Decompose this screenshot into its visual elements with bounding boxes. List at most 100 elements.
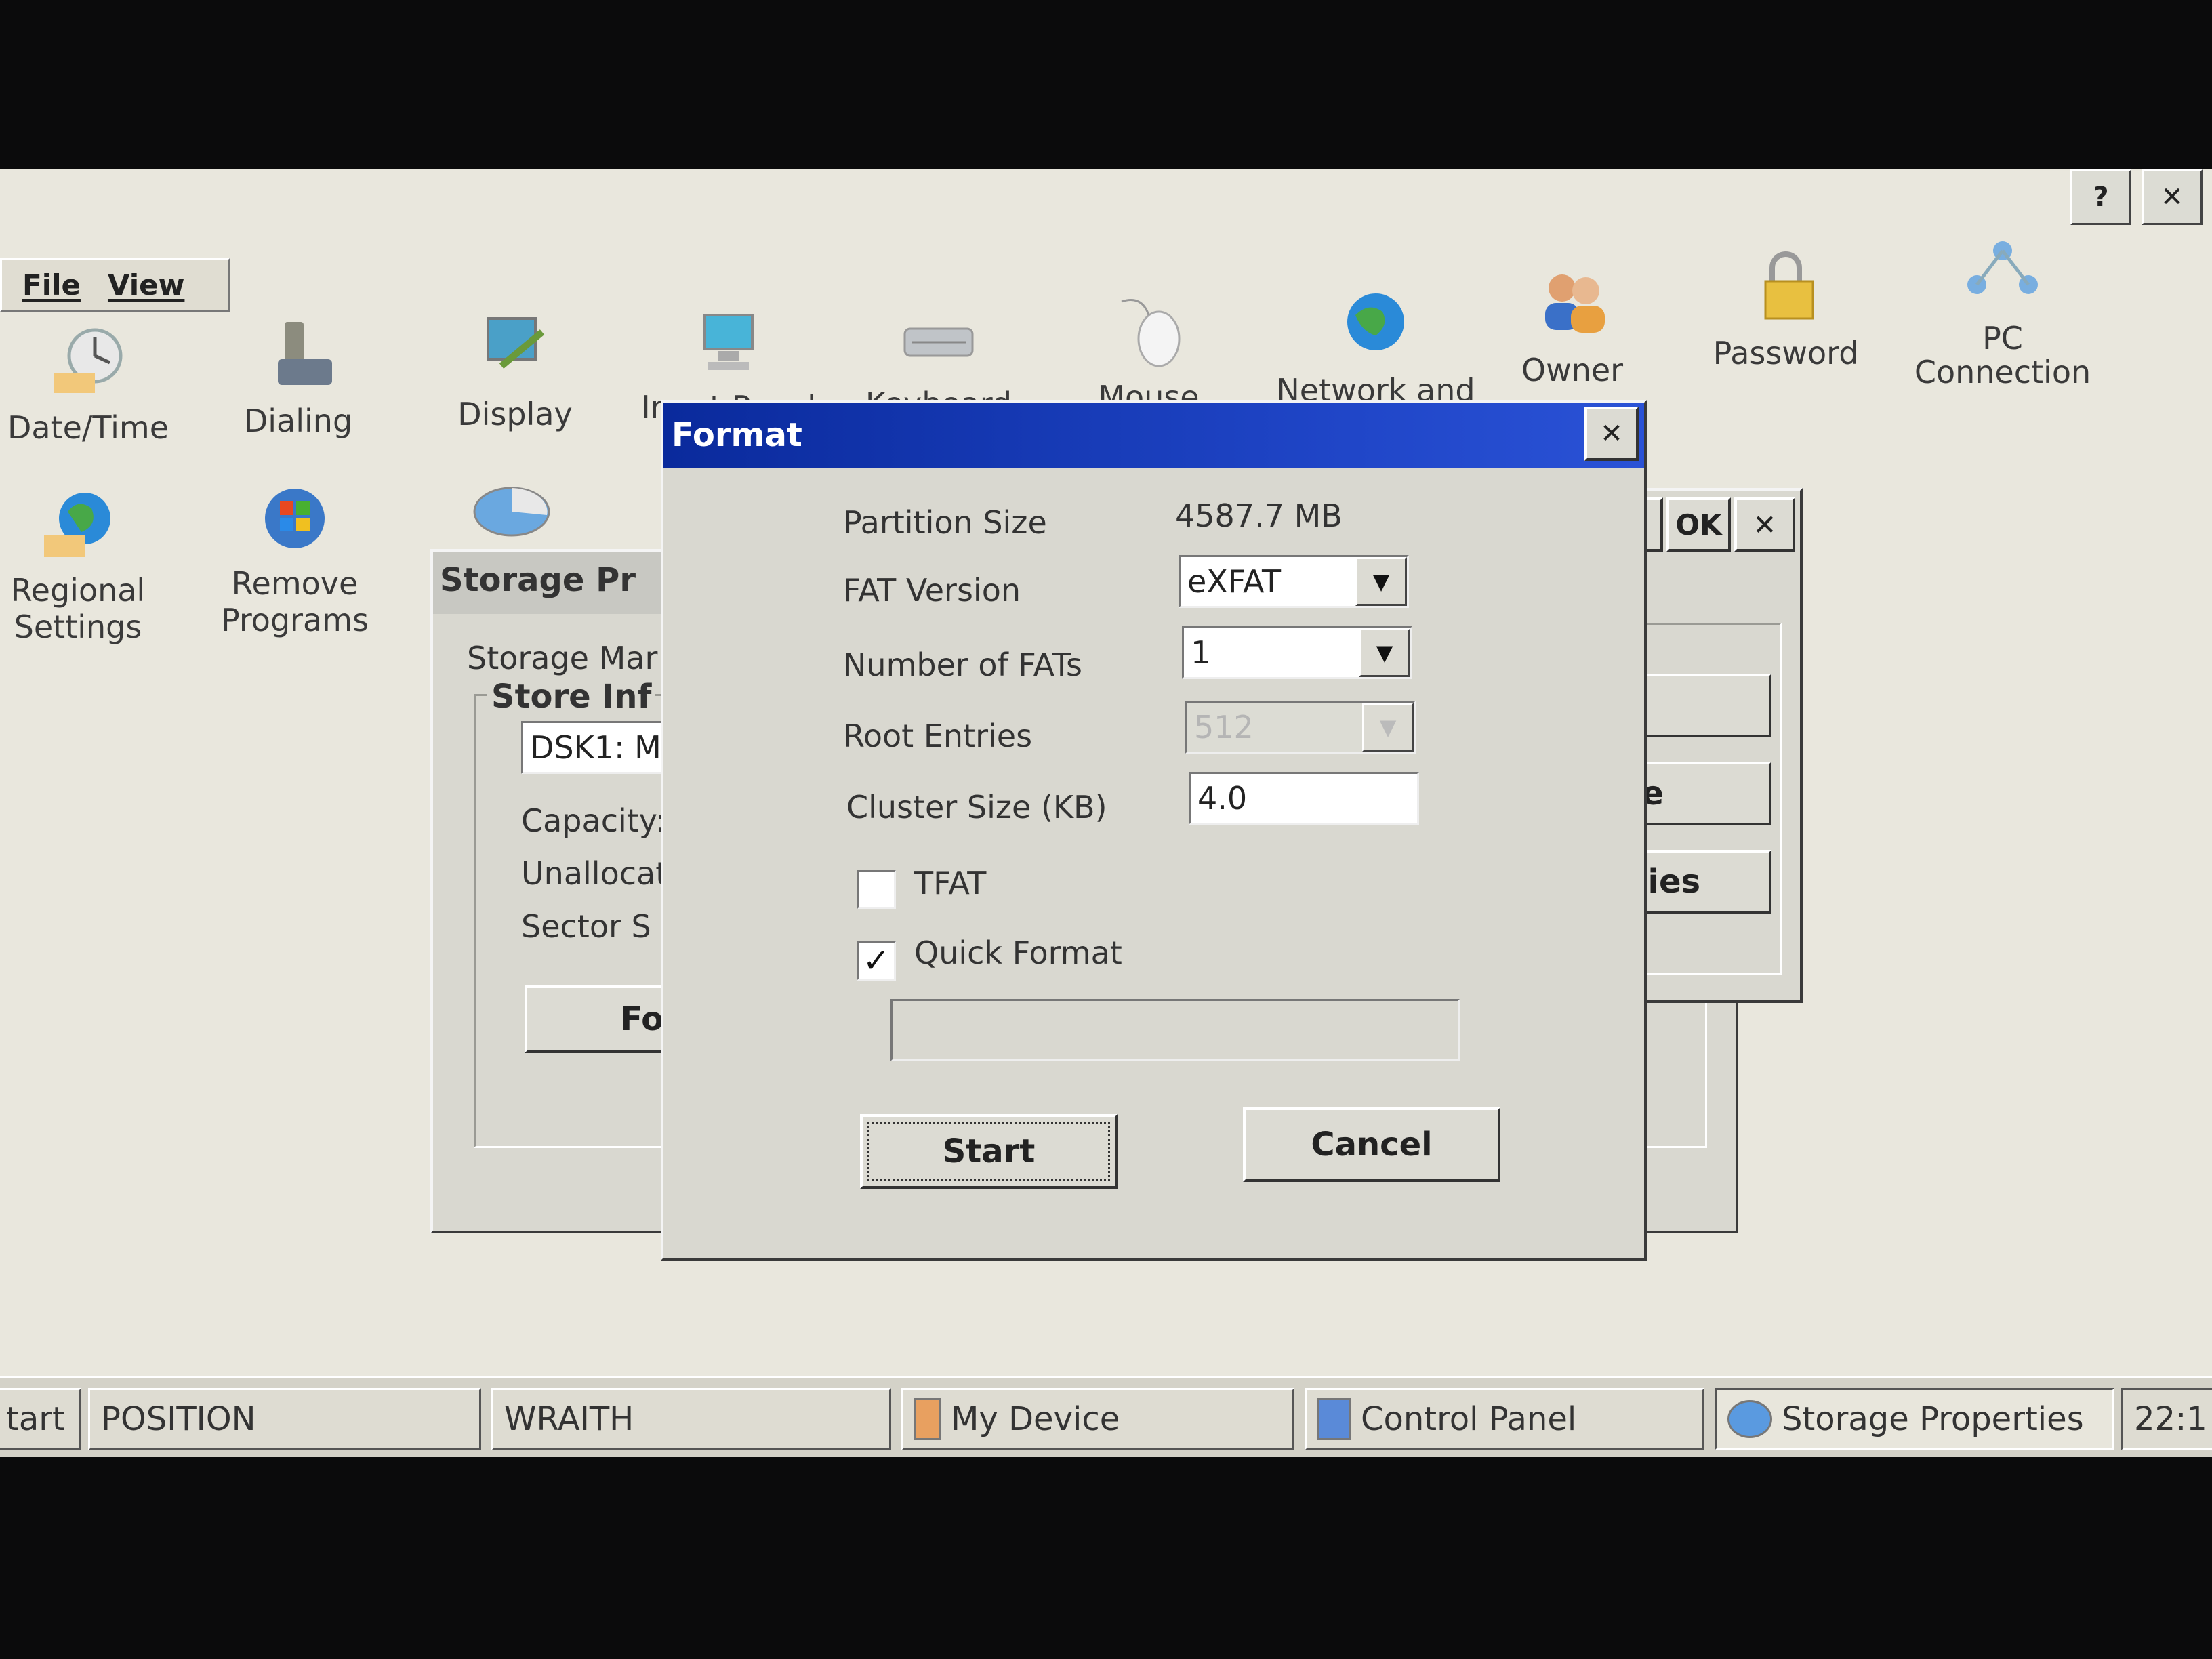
display-icon — [474, 312, 556, 386]
applet-label: Regional Settings — [10, 572, 146, 645]
control-panel-icon — [1317, 1398, 1351, 1440]
sector-size-label: Sector S — [521, 908, 651, 945]
close-icon: ✕ — [2160, 182, 2184, 213]
format-dialog: Format ✕ Partition Size 4587.7 MB FAT Ve… — [661, 400, 1647, 1261]
applet-label: Owner — [1521, 352, 1624, 388]
start-button[interactable]: Start — [860, 1114, 1118, 1189]
cluster-size-input[interactable]: 4.0 — [1189, 772, 1419, 825]
unallocated-label: Unallocat — [521, 855, 668, 892]
menu-view[interactable]: View — [108, 268, 184, 302]
applet-label: Dialing — [243, 403, 353, 439]
pie-disk-icon — [471, 481, 552, 556]
task-control-panel[interactable]: Control Panel — [1305, 1388, 1704, 1450]
tfat-label: TFAT — [914, 865, 987, 901]
start-button-label: Start — [942, 1132, 1036, 1170]
users-icon — [1532, 268, 1613, 342]
applet-dialing[interactable]: Dialing — [197, 319, 400, 439]
globe-icon — [1335, 288, 1416, 363]
applet-label: PC Connection — [1914, 320, 2091, 390]
partition-size-label: Partition Size — [843, 504, 1047, 541]
checkmark-icon: ✓ — [862, 942, 890, 980]
applet-owner[interactable]: Owner — [1471, 268, 1674, 388]
partition-size-value: 4587.7 MB — [1175, 497, 1343, 534]
task-storage-properties[interactable]: Storage Properties — [1715, 1388, 2114, 1450]
lock-icon — [1745, 251, 1826, 325]
ok-button[interactable]: OK — [1666, 497, 1731, 552]
fat-version-select[interactable]: eXFAT ▼ — [1179, 555, 1409, 608]
applet-label: Date/Time — [7, 409, 169, 446]
desktop-screen: ? ✕ File View Date/Time Dialing Display … — [0, 169, 2212, 1457]
chevron-down-icon[interactable]: ▼ — [1359, 628, 1410, 677]
cancel-button-label: Cancel — [1311, 1126, 1433, 1164]
task-my-device[interactable]: My Device — [901, 1388, 1294, 1450]
task-wraith[interactable]: WRAITH — [491, 1388, 891, 1450]
format-progress-bar — [890, 999, 1460, 1061]
ok-label: OK — [1675, 508, 1722, 541]
close-button[interactable]: ✕ — [1734, 497, 1795, 552]
start-label: tart — [6, 1400, 65, 1438]
phone-icon — [258, 319, 339, 393]
capacity-label: Capacity: — [521, 802, 666, 839]
taskbar-clock: 22:1 — [2121, 1388, 2212, 1450]
store-info-group-label: Store Inf — [487, 678, 656, 716]
format-dialog-title: Format — [672, 416, 802, 454]
applet-pc-connection[interactable]: PC Connection — [1901, 237, 2104, 389]
task-label: Control Panel — [1361, 1400, 1577, 1438]
pie-disk-icon — [1727, 1400, 1772, 1438]
fat-version-label: FAT Version — [843, 572, 1021, 609]
cluster-size-value: 4.0 — [1197, 780, 1248, 817]
root-entries-label: Root Entries — [843, 718, 1033, 754]
task-label: Storage Properties — [1782, 1400, 2084, 1438]
applet-network[interactable]: Network and — [1261, 288, 1491, 409]
menu-bar: File View — [0, 258, 230, 312]
quick-format-label: Quick Format — [914, 935, 1122, 971]
applet-date-time[interactable]: Date/Time — [0, 325, 190, 446]
store-select-value: DSK1: M — [530, 729, 661, 766]
mouse-icon — [1108, 295, 1189, 369]
applet-mouse[interactable]: Mouse — [1047, 295, 1250, 415]
applet-label: Display — [457, 396, 573, 432]
input-panel-icon — [688, 305, 769, 380]
chevron-down-icon[interactable]: ▼ — [1355, 557, 1407, 606]
network-icon — [1962, 237, 2043, 312]
applet-display[interactable]: Display — [413, 312, 617, 432]
number-of-fats-label: Number of FATs — [843, 647, 1082, 683]
start-button[interactable]: tart — [0, 1388, 81, 1450]
storage-window-title: Storage Pr — [440, 561, 636, 599]
close-icon: ✕ — [1753, 508, 1777, 541]
format-dialog-titlebar: Format — [663, 403, 1644, 468]
quick-format-checkbox[interactable]: ✓ — [857, 941, 896, 981]
root-entries-value: 512 — [1194, 709, 1254, 745]
task-label: My Device — [951, 1400, 1120, 1438]
tfat-checkbox[interactable] — [857, 870, 896, 909]
task-label: WRAITH — [504, 1400, 634, 1438]
menu-file[interactable]: File — [22, 268, 81, 302]
device-icon — [914, 1398, 941, 1440]
help-label: ? — [2093, 182, 2109, 213]
format-close-button[interactable]: ✕ — [1584, 407, 1639, 461]
number-of-fats-value: 1 — [1191, 634, 1211, 671]
chevron-down-icon: ▼ — [1362, 703, 1414, 752]
taskbar: tart POSITION WRAITH My Device Control P… — [0, 1376, 2212, 1457]
applet-label: Password — [1713, 335, 1859, 371]
applet-remove-programs[interactable]: Remove Programs — [193, 481, 396, 638]
keyboard-icon — [898, 302, 979, 376]
applet-label: Remove Programs — [220, 565, 369, 638]
root-entries-select: 512 ▼ — [1185, 701, 1416, 754]
help-caption-button[interactable]: ? — [2070, 169, 2131, 225]
clock-icon — [47, 325, 129, 400]
cluster-size-label: Cluster Size (KB) — [846, 789, 1107, 825]
applet-password[interactable]: Password — [1684, 251, 1887, 371]
close-caption-button[interactable]: ✕ — [2142, 169, 2203, 225]
close-icon: ✕ — [1600, 418, 1623, 449]
cancel-button[interactable]: Cancel — [1243, 1107, 1500, 1182]
applet-regional-settings[interactable]: Regional Settings — [0, 488, 176, 645]
number-of-fats-select[interactable]: 1 ▼ — [1182, 626, 1412, 679]
task-label: POSITION — [101, 1400, 256, 1438]
globe-icon — [37, 488, 119, 562]
clock-text: 22:1 — [2134, 1400, 2207, 1438]
fat-version-value: eXFAT — [1187, 563, 1282, 600]
windows-icon — [254, 481, 335, 556]
task-position[interactable]: POSITION — [88, 1388, 481, 1450]
storage-manager-label: Storage Mar — [467, 640, 658, 676]
